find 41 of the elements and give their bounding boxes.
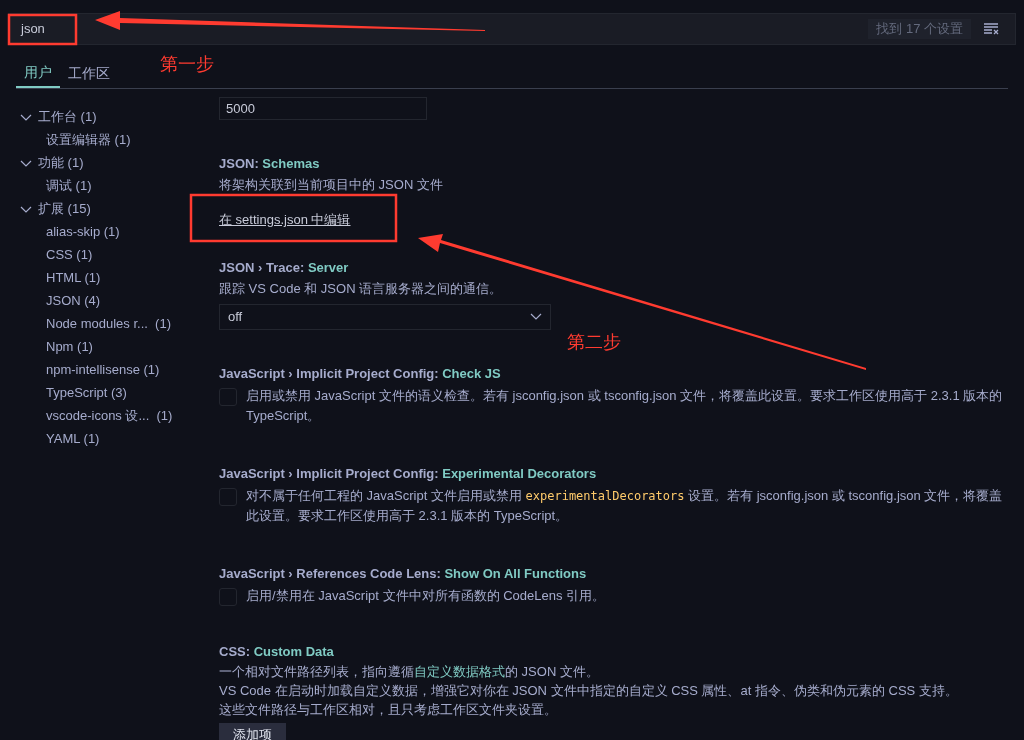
setting-title: CSS: Custom Data <box>219 643 335 661</box>
tree-item[interactable]: alias-skip (1) <box>20 220 212 243</box>
setting-description: 启用/禁用在 JavaScript 文件中对所有函数的 CodeLens 引用。 <box>246 587 606 605</box>
setting-title: JavaScript › Implicit Project Config: Check JS <box>219 365 502 383</box>
annotation-label: 第二步 <box>567 331 621 353</box>
input-field[interactable]: 5000 <box>219 97 427 120</box>
setting-description: 对不属于任何工程的 JavaScript 文件启用或禁用 experimentalDecorators 设置。若有 jsconfig.json 或 tsconfig.json 文件，将覆盖此设置。要求工作区使用高于 2.3.1 版本的 TypeScript。 <box>246 487 1004 525</box>
chevron-down-icon <box>530 313 542 321</box>
tree-item[interactable]: TypeScript (3) <box>20 381 212 404</box>
setting-description: 启用或禁用 JavaScript 文件的语义检查。若有 jsconfig.json 或 tsconfig.json 文件，将覆盖此设置。要求工作区使用高于 2.3.1 版本的 TypeScript。 <box>246 387 1004 425</box>
result-count: 找到 17 个设置 <box>868 19 971 39</box>
dropdown[interactable]: off <box>219 304 551 330</box>
search-field[interactable]: json 找到 17 个设置 <box>8 13 1016 45</box>
setting-title: JSON › Trace: Server <box>219 259 350 277</box>
annotation-label: 第一步 <box>160 53 214 75</box>
tree-item[interactable]: Node modules r... (1) <box>20 312 212 335</box>
tree-item[interactable]: 功能 (1) <box>20 151 212 174</box>
tab[interactable]: 工作区 <box>60 59 118 88</box>
tree-item[interactable]: Npm (1) <box>20 335 212 358</box>
tree-item[interactable]: JSON (4) <box>20 289 212 312</box>
tree-item[interactable]: 设置编辑器 (1) <box>20 128 212 151</box>
highlight-box <box>7 13 78 46</box>
setting-description: 跟踪 VS Code 和 JSON 语言服务器之间的通信。 <box>219 280 504 298</box>
tree-item[interactable]: npm-intellisense (1) <box>20 358 212 381</box>
setting-description: 一个相对文件路径列表，指向遵循自定义数据格式的 JSON 文件。 VS Code 在启动时加载自定义数据，增强它对你在 JSON 文件中指定的自定义 CSS 属性、at 指令、伪类和伪元素的 CSS 支持。 这些文件路径与工作区相对，且只考虑工作区文件夹设置。 <box>219 663 959 719</box>
setting-title: JavaScript › References Code Lens: Show On All Functions <box>219 565 588 583</box>
add-item-button[interactable]: 添加项 <box>219 723 286 740</box>
tree-item[interactable]: vscode-icons 设... (1) <box>20 404 212 427</box>
setting-title: JavaScript › Implicit Project Config: Experimental Decorators <box>219 465 598 483</box>
link[interactable]: 自定义数据格式 <box>414 664 505 679</box>
tree-item[interactable]: HTML (1) <box>20 266 212 289</box>
tab[interactable]: 用户 <box>16 59 60 88</box>
tree-item[interactable]: YAML (1) <box>20 427 212 450</box>
tree-item[interactable]: CSS (1) <box>20 243 212 266</box>
tree-item[interactable]: 调试 (1) <box>20 174 212 197</box>
setting-title: JSON: Schemas <box>219 155 321 173</box>
tree-item[interactable]: 工作台 (1) <box>20 105 212 128</box>
clear-filter-icon[interactable] <box>983 23 999 35</box>
setting-description: 将架构关联到当前项目中的 JSON 文件 <box>219 176 444 194</box>
edit-in-settings-link[interactable]: 在 settings.json 中编辑 <box>219 210 351 230</box>
tree-item[interactable]: 扩展 (15) <box>20 197 212 220</box>
